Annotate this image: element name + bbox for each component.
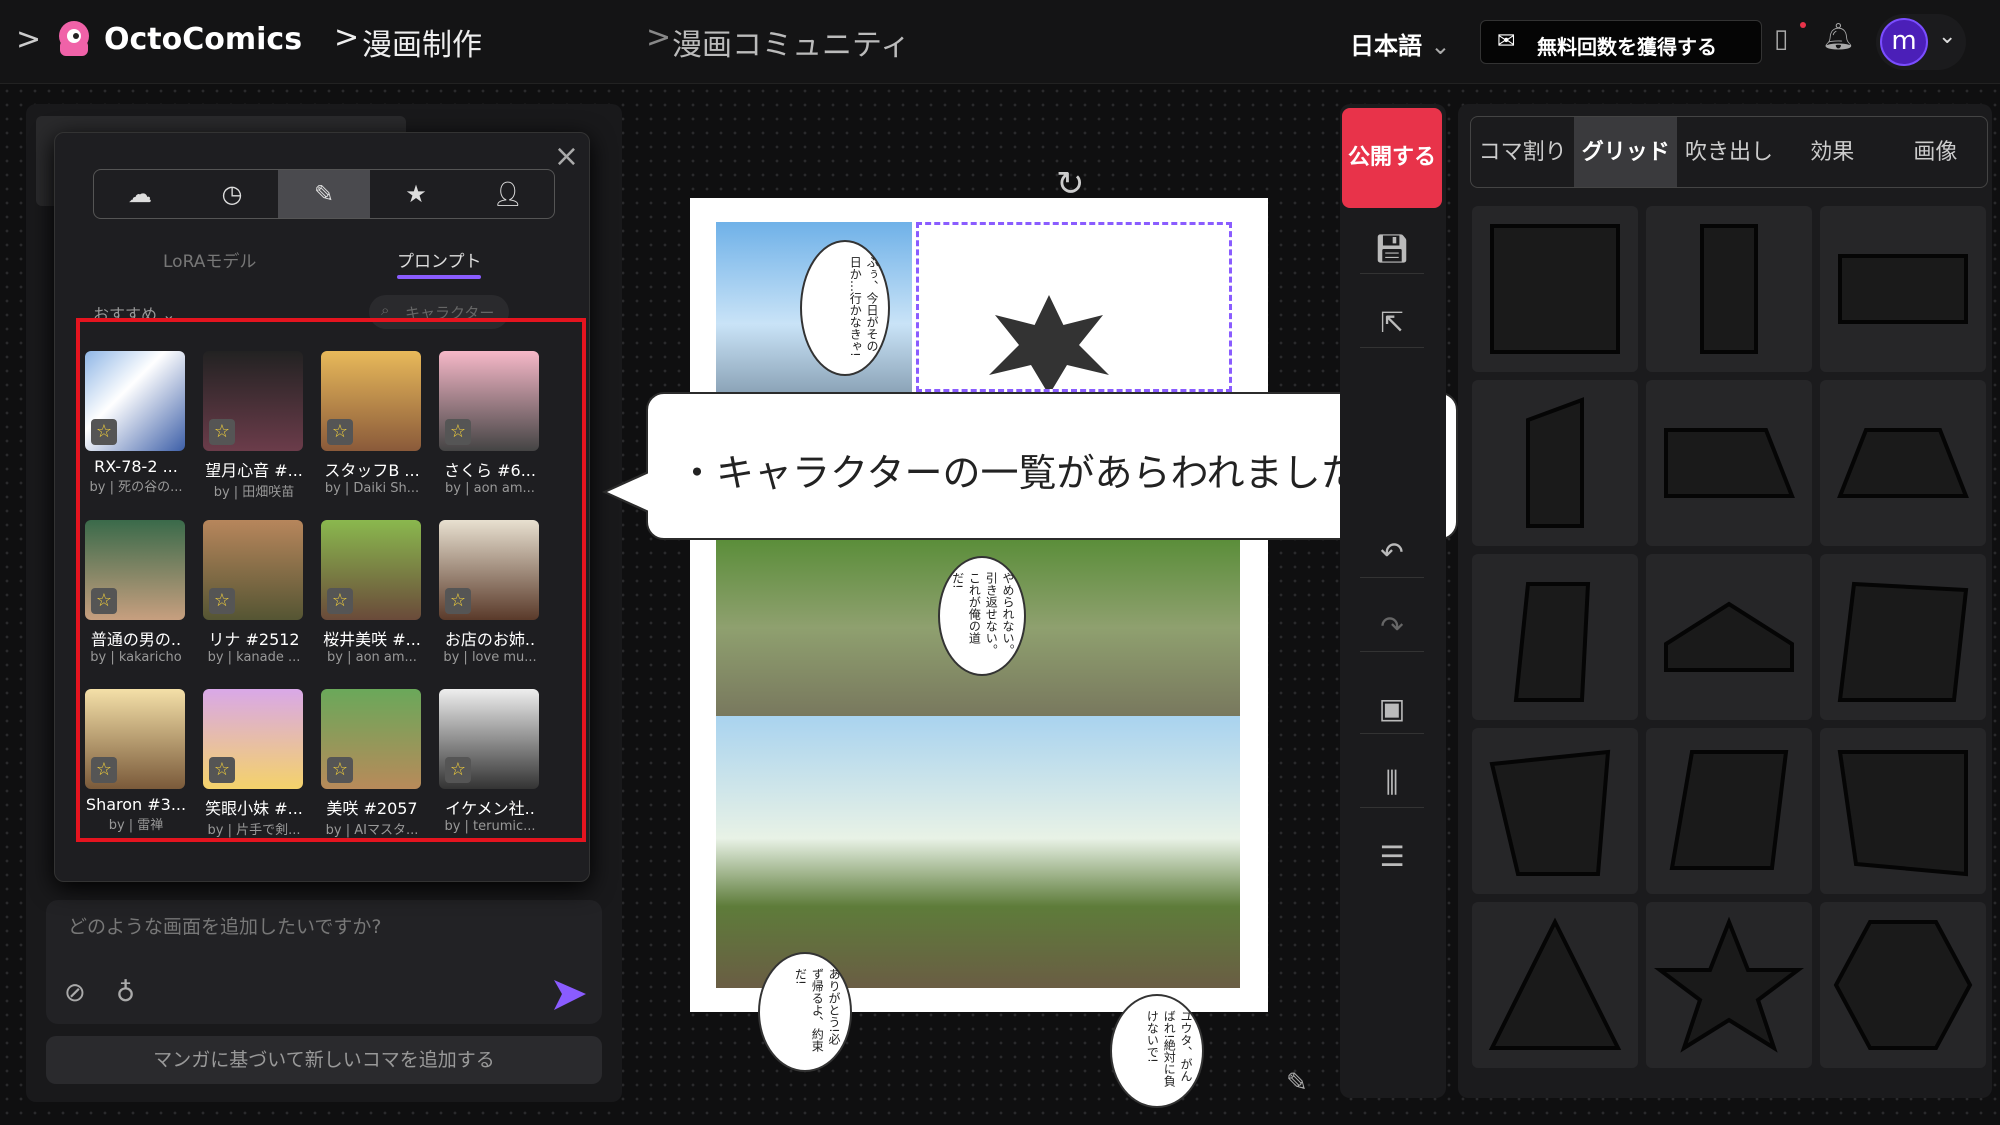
send-icon[interactable] [550, 976, 588, 1014]
close-icon[interactable]: × [554, 139, 579, 174]
bell-icon[interactable]: 🔔︎ [1822, 22, 1855, 52]
fit-frame-icon[interactable]: ▣ [1360, 684, 1424, 734]
tab-grid[interactable]: グリッド [1574, 117, 1678, 187]
cloud-upload-icon[interactable]: ☁ [94, 170, 186, 218]
publish-button[interactable]: 公開する [1342, 108, 1442, 208]
frame-shape-skew-quad[interactable] [1472, 728, 1638, 894]
shape-hexagon-icon [1833, 920, 1973, 1050]
shape-slant-rect-icon [1669, 750, 1789, 870]
shape-star-icon [1654, 916, 1804, 1053]
speech-bubble[interactable]: ふぅ、今日がその日か…行かなきゃ! [800, 240, 890, 376]
chevron-down-icon: ⌄ [1430, 32, 1451, 60]
tab-lora-model[interactable]: LoRAモデル [163, 247, 256, 272]
get-free-credits-button[interactable]: ✉ 無料回数を獲得する [1480, 20, 1762, 64]
frame-shape-slant-rect[interactable] [1646, 728, 1812, 894]
language-label: 日本語 [1350, 32, 1422, 60]
notification-dot [1800, 22, 1806, 28]
tab-prompt[interactable]: プロンプト [397, 247, 482, 272]
frame-shape-tilted-quad[interactable] [1820, 554, 1986, 720]
tab-panel-layout[interactable]: コマ割り [1471, 117, 1574, 187]
shape-skew-quad-icon [1489, 749, 1611, 876]
active-tab-underline [397, 275, 481, 279]
avatar[interactable]: m [1880, 18, 1928, 66]
paperclip-icon[interactable]: ⊘ [64, 978, 86, 1008]
tab-speech-bubble[interactable]: 吹き出し [1677, 117, 1780, 187]
search-icon: ⌕ [381, 301, 390, 319]
split-horizontal-icon[interactable]: ☰ [1360, 832, 1424, 882]
user-icon[interactable]: 👤︎ [462, 170, 554, 218]
speech-bubble[interactable]: ユウタ、がんばれ!絶対に負けないで! [1110, 994, 1204, 1108]
history-clock-icon[interactable]: ◷ [186, 170, 278, 218]
highlight-box [76, 318, 586, 842]
shape-pentagon-icon [1664, 601, 1794, 672]
frame-shape-quad[interactable] [1820, 728, 1986, 894]
expand-sidebar-icon[interactable]: > [16, 22, 41, 57]
frame-shape-pentagon[interactable] [1646, 554, 1812, 720]
annotation-callout: ・キャラクターの一覧があらわれました [646, 392, 1458, 540]
shape-trapezoid-left-icon [1526, 397, 1584, 528]
star-icon[interactable]: ★ [370, 170, 462, 218]
split-vertical-icon[interactable]: ⫼ [1360, 758, 1424, 808]
mail-icon: ✉ [1497, 29, 1516, 54]
shape-slant-quad-icon [1513, 582, 1591, 702]
crumb-community[interactable]: 漫画コミュニティ [672, 20, 910, 64]
manga-panel-2-selected[interactable] [916, 222, 1232, 392]
frame-shape-parallelogram[interactable] [1646, 380, 1812, 546]
save-icon[interactable]: 💾︎ [1360, 224, 1424, 274]
shape-triangle-icon [1488, 917, 1622, 1050]
frame-shape-star[interactable] [1646, 902, 1812, 1068]
edit-note-icon[interactable]: ✎ [1286, 1068, 1308, 1098]
crumb-chevron-icon: > [334, 20, 360, 55]
frame-shape-trapezoid[interactable] [1820, 380, 1986, 546]
shape-tilted-quad-icon [1837, 581, 1969, 702]
speech-bubble[interactable]: やめられない。引き返せない。これが俺の道だ! [938, 556, 1026, 676]
frame-shape-wide-rect[interactable] [1820, 206, 1986, 372]
frame-shape-triangle[interactable] [1472, 902, 1638, 1068]
speech-bubble[interactable]: ありがとう!必ず帰るよ、約束だ! [758, 952, 852, 1072]
top-bar: > OctoComics > 漫画制作 > 漫画コミュニティ 日本語 ⌄ ✉ 無… [0, 0, 2000, 84]
device-icon[interactable]: ▯ [1774, 24, 1788, 54]
language-select[interactable]: 日本語 ⌄ [1350, 26, 1450, 61]
gift-button-label: 無料回数を獲得する [1537, 35, 1717, 59]
shape-wide-rect-icon [1838, 254, 1968, 324]
shape-parallelogram-icon [1664, 428, 1795, 498]
prompt-input-box[interactable]: どのような画面を追加したいですか? ⊘ ♁ [46, 900, 602, 1024]
frame-shape-hexagon[interactable] [1820, 902, 1986, 1068]
undo-icon[interactable]: ↶ [1360, 528, 1424, 578]
prompt-input[interactable]: どのような画面を追加したいですか? [68, 912, 382, 939]
redo-icon[interactable]: ↷ [1360, 602, 1424, 652]
shape-quad-icon [1837, 750, 1968, 877]
frame-shape-trapezoid-left[interactable] [1472, 380, 1638, 546]
export-icon[interactable]: ⇱ [1360, 298, 1424, 348]
callout-tail-fill [607, 473, 649, 511]
tab-effect[interactable]: 効果 [1781, 117, 1884, 187]
shape-square-icon [1490, 224, 1620, 354]
effect-shape [989, 295, 1109, 389]
manga-panel-4[interactable] [716, 716, 1240, 988]
crumb-chevron-icon: > [646, 20, 672, 55]
right-tabs: コマ割り グリッド 吹き出し 効果 画像 [1470, 116, 1988, 188]
lightbulb-icon[interactable]: ♁ [116, 978, 135, 1008]
shape-trapezoid-icon [1837, 428, 1969, 498]
frame-shape-slant-quad[interactable] [1472, 554, 1638, 720]
add-new-panel-button[interactable]: マンガに基づいて新しいコマを追加する [46, 1036, 602, 1084]
octocomics-logo-icon [59, 21, 89, 56]
frame-shape-square[interactable] [1472, 206, 1638, 372]
source-icon-bar: ☁ ◷ ✎ ★ 👤︎ [93, 169, 555, 219]
pen-icon[interactable]: ✎ [278, 170, 370, 218]
shape-tall-rect-icon [1700, 224, 1758, 354]
tab-image[interactable]: 画像 [1884, 117, 1987, 187]
chevron-down-icon[interactable]: ⌄ [1938, 24, 1956, 49]
crumb-manga-create[interactable]: 漫画制作 [362, 20, 482, 64]
frame-shape-tall-rect[interactable] [1646, 206, 1812, 372]
app-title[interactable]: OctoComics [104, 22, 302, 57]
